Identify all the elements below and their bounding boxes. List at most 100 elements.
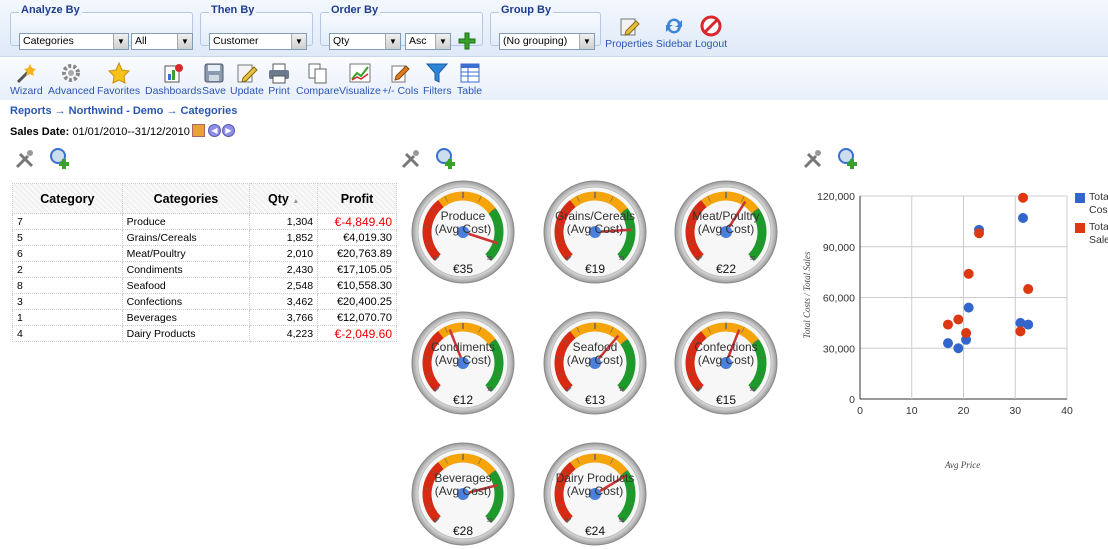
dashboards-button[interactable]: Dashboards <box>145 62 202 97</box>
table-row[interactable]: 8 Seafood 2,548 €10,558.30 <box>12 277 397 294</box>
table-row[interactable]: 3 Confections 3,462 €20,400.25 <box>12 293 397 310</box>
grid-zoom-icon[interactable] <box>48 146 72 173</box>
analyze-by-group: Analyze By Categories ▼ All ▼ <box>10 4 193 50</box>
cell-qty: 2,010 <box>249 245 319 262</box>
table-row[interactable]: 7 Produce 1,304 €-4,849.40 <box>12 213 397 230</box>
cost-point[interactable] <box>1018 212 1029 223</box>
sidebar-button[interactable]: Sidebar <box>654 15 694 50</box>
breadcrumb[interactable]: Reports → Northwind - Demo → Categories <box>10 105 237 117</box>
order-dir-select[interactable]: Asc ▼ <box>405 33 451 50</box>
visualize-button[interactable]: Visualize <box>339 62 381 97</box>
order-by-title: Order By <box>329 4 381 16</box>
next-period-icon[interactable]: ▶ <box>222 124 235 137</box>
y-tick-label: 30,000 <box>823 343 855 355</box>
y-tick-label: 60,000 <box>823 293 855 305</box>
gauge-settings-icon[interactable] <box>400 148 422 173</box>
print-button[interactable]: Print <box>267 62 291 97</box>
sales-date-filter: Sales Date: 01/01/2010--31/12/2010 <box>10 126 190 138</box>
gauge-subtitle: (Avg Cost) <box>434 484 492 498</box>
cell-profit: €4,019.30 <box>317 229 397 246</box>
cell-profit: €-4,849.40 <box>317 213 397 230</box>
table-button[interactable]: Table <box>457 62 482 97</box>
column-header-profit[interactable]: Profit <box>317 183 397 214</box>
column-header-category[interactable]: Category <box>12 183 123 214</box>
legend-sales-label: Tota Sale <box>1089 221 1108 246</box>
cell-qty: 4,223 <box>249 325 319 342</box>
gauge-subtitle: (Avg Cost) <box>566 484 624 498</box>
filters-button[interactable]: Filters <box>423 62 452 97</box>
cell-qty: 3,462 <box>249 293 319 310</box>
cost-point[interactable] <box>963 302 974 313</box>
update-button[interactable]: Update <box>230 62 264 97</box>
order-by-select[interactable]: Qty ▼ <box>329 33 401 50</box>
sales-point[interactable] <box>1015 326 1026 337</box>
y-tick-label: 90,000 <box>823 242 855 254</box>
chevron-down-icon: ▼ <box>385 34 400 49</box>
gauge-zoom-icon[interactable] <box>434 146 458 173</box>
cell-category: 4 <box>12 325 123 342</box>
column-header-categories[interactable]: Categories <box>121 183 251 214</box>
cell-qty: 2,430 <box>249 261 319 278</box>
table-row[interactable]: 6 Meat/Poultry 2,010 €20,763.89 <box>12 245 397 262</box>
cell-category: 2 <box>12 261 123 278</box>
grid-header-row: Category Categories Qty ▲ Profit <box>12 183 397 214</box>
cost-point[interactable] <box>1023 319 1034 330</box>
cell-categories: Seafood <box>121 277 251 294</box>
analyze-by-filter-select[interactable]: All ▼ <box>131 33 193 50</box>
compare-icon <box>308 63 327 84</box>
sales-point[interactable] <box>942 319 953 330</box>
action-toolbar: Wizard Advanced Favorites Dashboards Sav… <box>0 58 1108 100</box>
chart-settings-icon[interactable] <box>802 148 824 173</box>
then-by-title: Then By <box>209 4 257 16</box>
table-row[interactable]: 4 Dairy Products 4,223 €-2,049.60 <box>12 325 397 342</box>
cols-button[interactable]: +/- Cols <box>382 62 418 97</box>
column-header-qty[interactable]: Qty ▲ <box>249 183 319 214</box>
analyze-by-select[interactable]: Categories ▼ <box>19 33 129 50</box>
gauge-condiments: 0 19 Condiments (Avg Cost) €12 <box>411 311 515 415</box>
table-row[interactable]: 1 Beverages 3,766 €12,070.70 <box>12 309 397 326</box>
favorites-button[interactable]: Favorites <box>97 62 140 97</box>
sales-point[interactable] <box>1023 284 1034 295</box>
chevron-down-icon: ▼ <box>579 34 594 49</box>
cell-qty: 1,304 <box>249 213 319 230</box>
group-by-select[interactable]: (No grouping) ▼ <box>499 33 595 50</box>
x-tick-label: 20 <box>958 405 970 417</box>
cost-point[interactable] <box>942 338 953 349</box>
scatter-plot-area: 0 30,000 60,000 90,000 120,000 0 10 20 30 40 <box>817 191 1073 417</box>
logout-button[interactable]: Logout <box>695 15 727 50</box>
table-row[interactable]: 2 Condiments 2,430 €17,105.05 <box>12 261 397 278</box>
properties-button[interactable]: Properties <box>605 15 653 50</box>
table-row[interactable]: 5 Grains/Cereals 1,852 €4,019.30 <box>12 229 397 246</box>
gauge-produce: 0 35 Produce (Avg Cost) €35 <box>411 180 515 284</box>
chart-zoom-icon[interactable] <box>836 146 860 173</box>
gauge-value: €22 <box>715 262 737 276</box>
sales-point[interactable] <box>1018 192 1029 203</box>
then-by-select[interactable]: Customer ▼ <box>209 33 307 50</box>
previous-period-icon[interactable]: ◀ <box>208 124 221 137</box>
cost-point[interactable] <box>953 343 964 354</box>
compare-button[interactable]: Compare <box>296 62 339 97</box>
wizard-icon <box>17 64 37 84</box>
advanced-button[interactable]: Advanced <box>48 62 95 97</box>
gauge-meat-poultry: 0 32 Meat/Poultry (Avg Cost) €22 <box>674 180 778 284</box>
properties-icon <box>620 18 640 36</box>
sales-point[interactable] <box>953 314 964 325</box>
sales-point[interactable] <box>961 328 972 339</box>
sales-point[interactable] <box>974 228 985 239</box>
sales-date-label: Sales Date: <box>10 126 70 138</box>
save-button[interactable]: Save <box>202 62 226 97</box>
x-tick-label: 10 <box>906 405 918 417</box>
gauge-subtitle: (Avg Cost) <box>434 353 492 367</box>
gear-icon <box>62 64 81 82</box>
gauge-value: €28 <box>452 524 474 538</box>
wizard-button[interactable]: Wizard <box>10 62 43 97</box>
gauge-value: €15 <box>715 393 737 407</box>
cell-category: 7 <box>12 213 123 230</box>
grid-settings-icon[interactable] <box>14 148 36 173</box>
sales-point[interactable] <box>963 268 974 279</box>
add-sort-icon[interactable] <box>457 31 477 51</box>
calendar-icon[interactable] <box>192 124 205 137</box>
sales-date-value: 01/01/2010--31/12/2010 <box>72 126 190 138</box>
print-icon <box>269 63 289 84</box>
cell-profit: €10,558.30 <box>317 277 397 294</box>
